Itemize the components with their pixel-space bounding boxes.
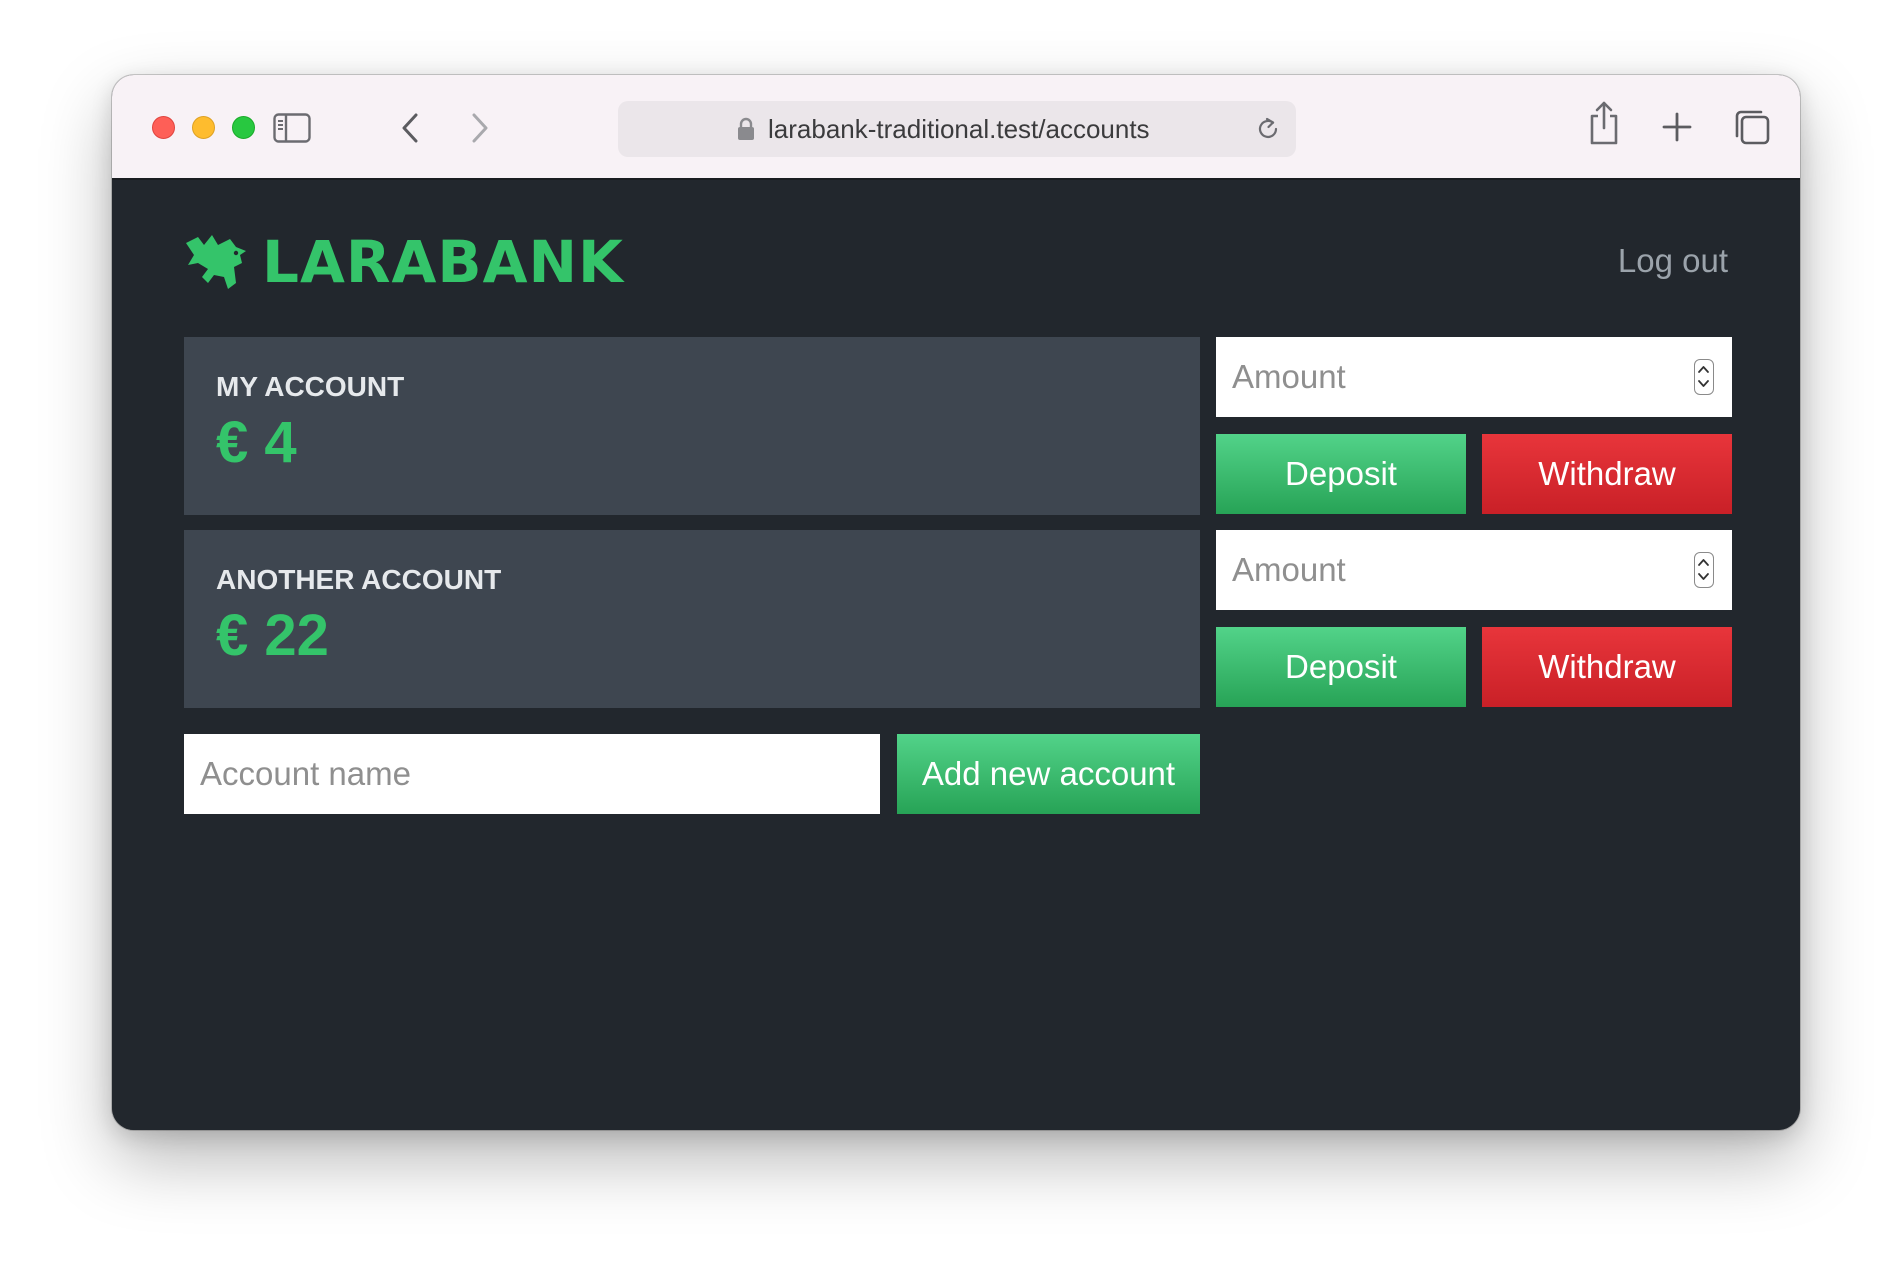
forward-icon[interactable] <box>465 109 495 147</box>
back-icon[interactable] <box>395 109 425 147</box>
amount-input[interactable] <box>1216 337 1672 417</box>
withdraw-button[interactable]: Withdraw <box>1482 434 1732 514</box>
bird-icon <box>186 235 246 289</box>
amount-field[interactable] <box>1216 337 1732 417</box>
amount-stepper-icon[interactable] <box>1694 552 1714 588</box>
close-window-button[interactable] <box>152 116 175 139</box>
page-content: LARABANK Log out MY ACCOUNT € 4 Deposit … <box>112 180 1800 1130</box>
reload-icon[interactable] <box>1254 115 1282 143</box>
account-balance: € 4 <box>216 410 297 475</box>
larabank-logo[interactable]: LARABANK <box>184 232 624 292</box>
sidebar-icon[interactable] <box>272 108 312 148</box>
account-name-input[interactable] <box>184 734 880 814</box>
account-name-field[interactable] <box>184 734 880 814</box>
lock-icon <box>736 115 756 143</box>
address-bar[interactable]: larabank-traditional.test/accounts <box>618 101 1296 157</box>
amount-field[interactable] <box>1216 530 1732 610</box>
account-name: ANOTHER ACCOUNT <box>216 564 502 595</box>
new-tab-icon[interactable] <box>1657 107 1697 147</box>
account-card: MY ACCOUNT € 4 <box>184 337 1200 515</box>
logo-text: LARABANK <box>262 228 624 296</box>
url-text: larabank-traditional.test/accounts <box>768 114 1150 144</box>
account-balance: € 22 <box>216 603 329 668</box>
browser-toolbar: larabank-traditional.test/accounts <box>112 75 1800 180</box>
tabs-overview-icon[interactable] <box>1730 105 1774 149</box>
amount-stepper-icon[interactable] <box>1694 359 1714 395</box>
minimize-window-button[interactable] <box>192 116 215 139</box>
deposit-button[interactable]: Deposit <box>1216 434 1466 514</box>
account-name: MY ACCOUNT <box>216 371 405 402</box>
deposit-button[interactable]: Deposit <box>1216 627 1466 707</box>
withdraw-button[interactable]: Withdraw <box>1482 627 1732 707</box>
logout-link[interactable]: Log out <box>1618 242 1728 280</box>
amount-input[interactable] <box>1216 530 1672 610</box>
zoom-window-button[interactable] <box>232 116 255 139</box>
account-card: ANOTHER ACCOUNT € 22 <box>184 530 1200 708</box>
browser-window: larabank-traditional.test/accounts LARAB… <box>112 75 1800 1130</box>
share-icon[interactable] <box>1584 97 1624 149</box>
add-new-account-button[interactable]: Add new account <box>897 734 1200 814</box>
